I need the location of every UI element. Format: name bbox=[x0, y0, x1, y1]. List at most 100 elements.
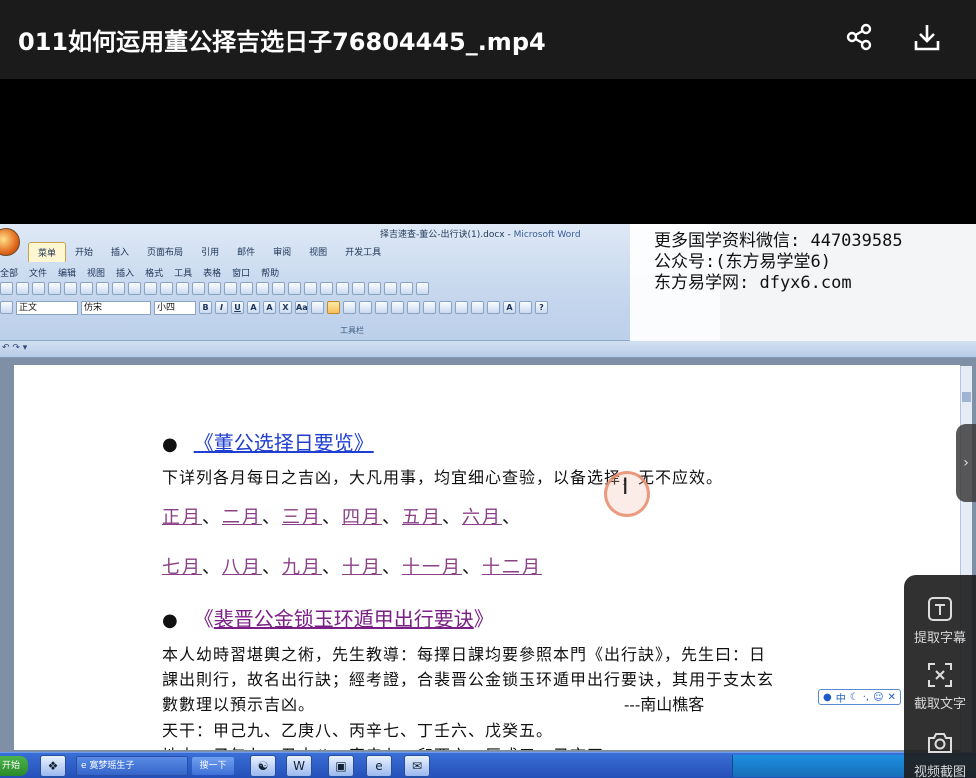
tab-view[interactable]: 视图 bbox=[300, 242, 336, 262]
print-icon[interactable] bbox=[64, 282, 77, 295]
cut-icon[interactable] bbox=[128, 282, 141, 295]
month-link[interactable]: 八月 bbox=[222, 557, 262, 578]
read-icon[interactable] bbox=[336, 282, 349, 295]
heading-link-pei-jin-gong[interactable]: 裴晋公金锁玉环遁甲出行要诀 bbox=[214, 607, 474, 631]
permission-icon[interactable] bbox=[48, 282, 61, 295]
windows-logo-icon[interactable]: ❖ bbox=[40, 755, 66, 777]
char-shading-button[interactable]: A bbox=[263, 301, 276, 314]
month-link[interactable]: 六月 bbox=[462, 507, 502, 528]
line-spacing-button[interactable] bbox=[391, 301, 404, 314]
month-link[interactable]: 七月 bbox=[162, 557, 202, 578]
extract-text-button[interactable]: 截取文字 bbox=[904, 661, 976, 712]
ime-mode[interactable]: 中 bbox=[836, 690, 846, 705]
month-link[interactable]: 九月 bbox=[282, 557, 322, 578]
tab-mailings[interactable]: 邮件 bbox=[228, 242, 264, 262]
spelling-icon[interactable] bbox=[96, 282, 109, 295]
menu-edit[interactable]: 编辑 bbox=[58, 266, 87, 279]
envelope-icon[interactable] bbox=[368, 282, 381, 295]
month-link[interactable]: 正月 bbox=[162, 507, 202, 528]
new-doc-icon[interactable] bbox=[0, 282, 13, 295]
save-icon[interactable] bbox=[32, 282, 45, 295]
help-button[interactable]: ? bbox=[535, 301, 548, 314]
extract-subtitle-button[interactable]: 提取字幕 bbox=[904, 595, 976, 646]
open-icon[interactable] bbox=[16, 282, 29, 295]
wechat-icon[interactable]: ✉ bbox=[404, 755, 430, 777]
screenshot-button[interactable]: 视频截图 bbox=[904, 729, 976, 778]
menu-file[interactable]: 文件 bbox=[29, 266, 58, 279]
menu-format[interactable]: 格式 bbox=[145, 266, 174, 279]
increase-indent-button[interactable] bbox=[455, 301, 468, 314]
menu-insert[interactable]: 插入 bbox=[116, 266, 145, 279]
zoom-icon[interactable] bbox=[320, 282, 333, 295]
paste-icon[interactable] bbox=[160, 282, 173, 295]
redo-icon[interactable] bbox=[208, 282, 221, 295]
style-select[interactable]: 正文 bbox=[16, 301, 78, 315]
symbol-icon[interactable] bbox=[400, 282, 413, 295]
bullets-button[interactable] bbox=[423, 301, 436, 314]
ie-browser-icon[interactable]: e bbox=[366, 755, 392, 777]
styles-icon[interactable] bbox=[0, 301, 13, 314]
tab-review[interactable]: 审阅 bbox=[264, 242, 300, 262]
month-link[interactable]: 十月 bbox=[342, 557, 382, 578]
font-select[interactable]: 仿宋 bbox=[81, 301, 151, 315]
decrease-indent-button[interactable] bbox=[439, 301, 452, 314]
research-icon[interactable] bbox=[112, 282, 125, 295]
tab-page-layout[interactable]: 页面布局 bbox=[138, 242, 192, 262]
sort-button[interactable] bbox=[471, 301, 484, 314]
month-link[interactable]: 五月 bbox=[402, 507, 442, 528]
office-button-icon[interactable] bbox=[0, 228, 20, 256]
search-button[interactable]: 搜一下 bbox=[192, 757, 234, 775]
highlight-button[interactable] bbox=[487, 301, 500, 314]
phonetic-guide-button[interactable] bbox=[519, 301, 532, 314]
columns-icon[interactable] bbox=[256, 282, 269, 295]
month-link[interactable]: 十一月 bbox=[402, 557, 462, 578]
font-size-select[interactable]: 小四 bbox=[154, 301, 196, 315]
menu-view[interactable]: 视图 bbox=[87, 266, 116, 279]
char-border-button[interactable]: A bbox=[247, 301, 260, 314]
underline-button[interactable]: U bbox=[231, 301, 244, 314]
align-center-button[interactable] bbox=[327, 301, 340, 314]
taskbar-app-browser[interactable]: e 寞梦瑶生子 bbox=[76, 756, 188, 776]
insert-field-icon[interactable] bbox=[384, 282, 397, 295]
align-right-button[interactable] bbox=[343, 301, 356, 314]
month-link[interactable]: 二月 bbox=[222, 507, 262, 528]
menu-table[interactable]: 表格 bbox=[203, 266, 232, 279]
find-icon[interactable] bbox=[352, 282, 365, 295]
tab-developer[interactable]: 开发工具 bbox=[336, 242, 390, 262]
start-button[interactable]: 开始 bbox=[0, 756, 28, 776]
show-formatting-icon[interactable] bbox=[304, 282, 317, 295]
print-preview-icon[interactable] bbox=[80, 282, 93, 295]
char-scale-button[interactable]: X bbox=[279, 301, 292, 314]
font-color-button[interactable]: A bbox=[503, 301, 516, 314]
italic-button[interactable]: I bbox=[215, 301, 228, 314]
yin-yang-icon[interactable]: ☯ bbox=[250, 755, 276, 777]
justify-button[interactable] bbox=[359, 301, 372, 314]
change-case-button[interactable]: Aa bbox=[295, 301, 308, 314]
screen-recorder-icon[interactable]: ▣ bbox=[328, 755, 354, 777]
bold-button[interactable]: B bbox=[199, 301, 212, 314]
menu-tools[interactable]: 工具 bbox=[174, 266, 203, 279]
menu-help[interactable]: 帮助 bbox=[261, 266, 290, 279]
drawing-icon[interactable] bbox=[272, 282, 285, 295]
hyperlink-icon[interactable] bbox=[224, 282, 237, 295]
distribute-button[interactable] bbox=[375, 301, 388, 314]
copy-icon[interactable] bbox=[144, 282, 157, 295]
download-icon[interactable] bbox=[912, 22, 942, 52]
document-map-icon[interactable] bbox=[288, 282, 301, 295]
numbering-button[interactable] bbox=[407, 301, 420, 314]
tab-references[interactable]: 引用 bbox=[192, 242, 228, 262]
menu-window[interactable]: 窗口 bbox=[232, 266, 261, 279]
ime-toolbar[interactable]: ● 中 ☾ ·, ☺ ✕ bbox=[818, 689, 901, 705]
month-link[interactable]: 四月 bbox=[342, 507, 382, 528]
heading-link-dong-gong[interactable]: 《董公选择日要览》 bbox=[194, 431, 374, 455]
share-icon[interactable] bbox=[845, 22, 875, 52]
tab-menu[interactable]: 菜单 bbox=[28, 242, 67, 262]
undo-redo-icon[interactable]: ↶ ↷ ▾ bbox=[2, 343, 27, 353]
month-link[interactable]: 三月 bbox=[282, 507, 322, 528]
format-painter-icon[interactable] bbox=[176, 282, 189, 295]
tab-home[interactable]: 开始 bbox=[66, 242, 102, 262]
scroll-thumb[interactable] bbox=[962, 392, 971, 402]
more-tools-icon[interactable] bbox=[416, 282, 429, 295]
word-icon[interactable]: W bbox=[286, 755, 312, 777]
side-collapse-handle[interactable]: › bbox=[956, 424, 976, 502]
